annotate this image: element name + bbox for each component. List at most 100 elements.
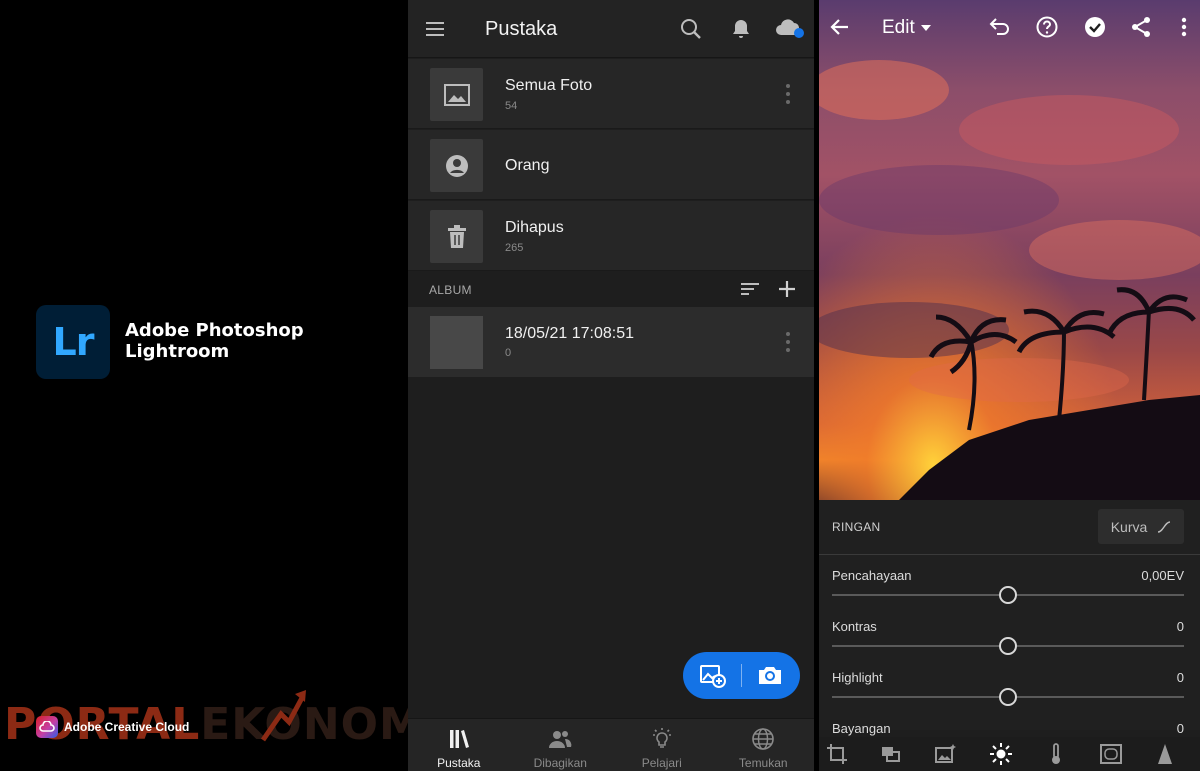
nav-label: Dibagikan: [533, 756, 587, 770]
edit-tool-bar: [819, 737, 1200, 771]
photo-preview: [819, 0, 1200, 500]
lightroom-logo: Lr: [36, 305, 110, 379]
creative-cloud-brand: Adobe Creative Cloud: [36, 716, 189, 738]
row-title: Orang: [505, 157, 550, 174]
watermark-arrow-icon: [260, 690, 306, 742]
sort-icon[interactable]: [739, 279, 761, 299]
slider-label: Kontras: [832, 619, 877, 634]
globe-icon: [752, 728, 775, 750]
slider-label: Highlight: [832, 670, 883, 685]
album-item[interactable]: 18/05/21 17:08:51 0: [408, 307, 814, 377]
people-thumbnail: [430, 139, 483, 192]
menu-icon[interactable]: [423, 17, 447, 41]
light-adjustment-panel: RINGAN Kurva Pencahayaan 0,00EV Kontras …: [819, 500, 1200, 736]
nav-label: Pustaka: [437, 756, 481, 770]
nav-item-discover[interactable]: Temukan: [713, 719, 815, 771]
list-item-people[interactable]: Orang: [408, 130, 814, 200]
search-icon[interactable]: [679, 17, 703, 41]
watermark-part2: EKONOMI: [200, 699, 442, 750]
sunset-photo: [819, 0, 1200, 500]
slider-thumb[interactable]: [999, 688, 1017, 706]
help-icon[interactable]: [1035, 15, 1059, 39]
more-options-icon[interactable]: [786, 332, 790, 352]
slider-value: 0: [1176, 670, 1184, 685]
slider-label: Pencahayaan: [832, 568, 912, 583]
app-name-line2: Lightroom: [125, 341, 230, 362]
more-menu-icon[interactable]: [1172, 15, 1196, 39]
detail-icon[interactable]: [1153, 742, 1177, 766]
done-check-icon[interactable]: [1083, 15, 1107, 39]
logo-text: Lr: [52, 320, 95, 364]
bell-icon[interactable]: [729, 17, 753, 41]
library-icon: [449, 730, 469, 748]
edit-mode-dropdown[interactable]: Edit: [882, 17, 931, 39]
slider-contrast: Kontras 0: [832, 619, 1184, 669]
camera-icon[interactable]: [757, 664, 783, 686]
crop-icon[interactable]: [825, 742, 849, 766]
row-title: Semua Foto: [505, 77, 593, 94]
more-options-icon[interactable]: [786, 84, 790, 104]
slider-thumb[interactable]: [999, 637, 1017, 655]
library-screen: Pustaka Semua Foto 54 Orang Dihapus 265 …: [408, 0, 814, 771]
nav-item-shared[interactable]: Dibagikan: [510, 719, 612, 771]
divider: [819, 554, 1200, 555]
nav-label: Pelajari: [641, 756, 682, 770]
slider-label: Bayangan: [832, 721, 891, 736]
app-name: Adobe Photoshop Lightroom: [125, 320, 325, 362]
edit-toolbar: Edit: [819, 0, 1200, 56]
splash-screen: Lr Adobe Photoshop Lightroom PORTALEKONO…: [0, 0, 440, 771]
person-icon: [445, 154, 468, 177]
nav-item-library[interactable]: Pustaka: [408, 719, 510, 771]
app-name-line1: Adobe Photoshop: [125, 320, 304, 341]
share-icon[interactable]: [1129, 15, 1153, 39]
people-icon: [549, 731, 572, 748]
color-icon[interactable]: [1044, 742, 1068, 766]
nav-item-learn[interactable]: Pelajari: [611, 719, 713, 771]
curve-button-label: Kurva: [1110, 518, 1148, 535]
fab-divider: [741, 664, 742, 687]
undo-icon[interactable]: [988, 15, 1012, 39]
row-count: 54: [505, 100, 518, 112]
chevron-down-icon: [920, 25, 931, 31]
slider-value: 0,00EV: [1141, 568, 1184, 583]
effects-icon[interactable]: [1099, 742, 1123, 766]
row-title: Dihapus: [505, 219, 564, 236]
slider-thumb[interactable]: [999, 586, 1017, 604]
curve-icon: [1158, 520, 1171, 533]
light-icon[interactable]: [989, 742, 1013, 766]
all-photos-thumbnail: [430, 68, 483, 121]
page-title: Pustaka: [485, 18, 558, 40]
library-header: Pustaka: [408, 0, 814, 58]
slider-exposure: Pencahayaan 0,00EV: [832, 568, 1184, 618]
curve-button[interactable]: Kurva: [1098, 509, 1184, 544]
presets-icon[interactable]: [879, 742, 903, 766]
nav-label: Temukan: [738, 756, 788, 770]
creative-cloud-label: Adobe Creative Cloud: [64, 720, 190, 734]
album-section-label: ALBUM: [429, 283, 472, 297]
add-photos-fab: [683, 652, 800, 699]
section-label: RINGAN: [832, 520, 881, 534]
edit-mode-label: Edit: [882, 17, 915, 38]
add-photo-icon[interactable]: [699, 663, 727, 689]
slider-highlights: Highlight 0: [832, 670, 1184, 720]
lightbulb-icon: [652, 728, 671, 748]
row-count: 265: [505, 242, 524, 254]
add-album-icon[interactable]: [776, 278, 798, 300]
cloud-sync-icon[interactable]: [774, 17, 806, 41]
image-icon: [443, 83, 470, 106]
list-item-all-photos[interactable]: Semua Foto 54: [408, 59, 814, 129]
creative-cloud-icon: [36, 716, 58, 738]
list-item-deleted[interactable]: Dihapus 265: [408, 201, 814, 271]
album-section-header: ALBUM: [408, 272, 814, 306]
edit-screen: Edit RINGAN Kurva Pencahayaan 0,00EV Kon…: [819, 0, 1200, 771]
deleted-thumbnail: [430, 210, 483, 263]
auto-icon[interactable]: [933, 742, 957, 766]
back-icon[interactable]: [828, 15, 852, 39]
album-thumbnail: [430, 316, 483, 369]
album-count: 0: [505, 347, 512, 359]
bottom-navigation: Pustaka Dibagikan Pelajari Temukan: [408, 718, 814, 771]
slider-value: 0: [1176, 619, 1184, 634]
slider-value: 0: [1176, 721, 1184, 736]
trash-icon: [447, 224, 466, 248]
album-title: 18/05/21 17:08:51: [505, 325, 635, 342]
